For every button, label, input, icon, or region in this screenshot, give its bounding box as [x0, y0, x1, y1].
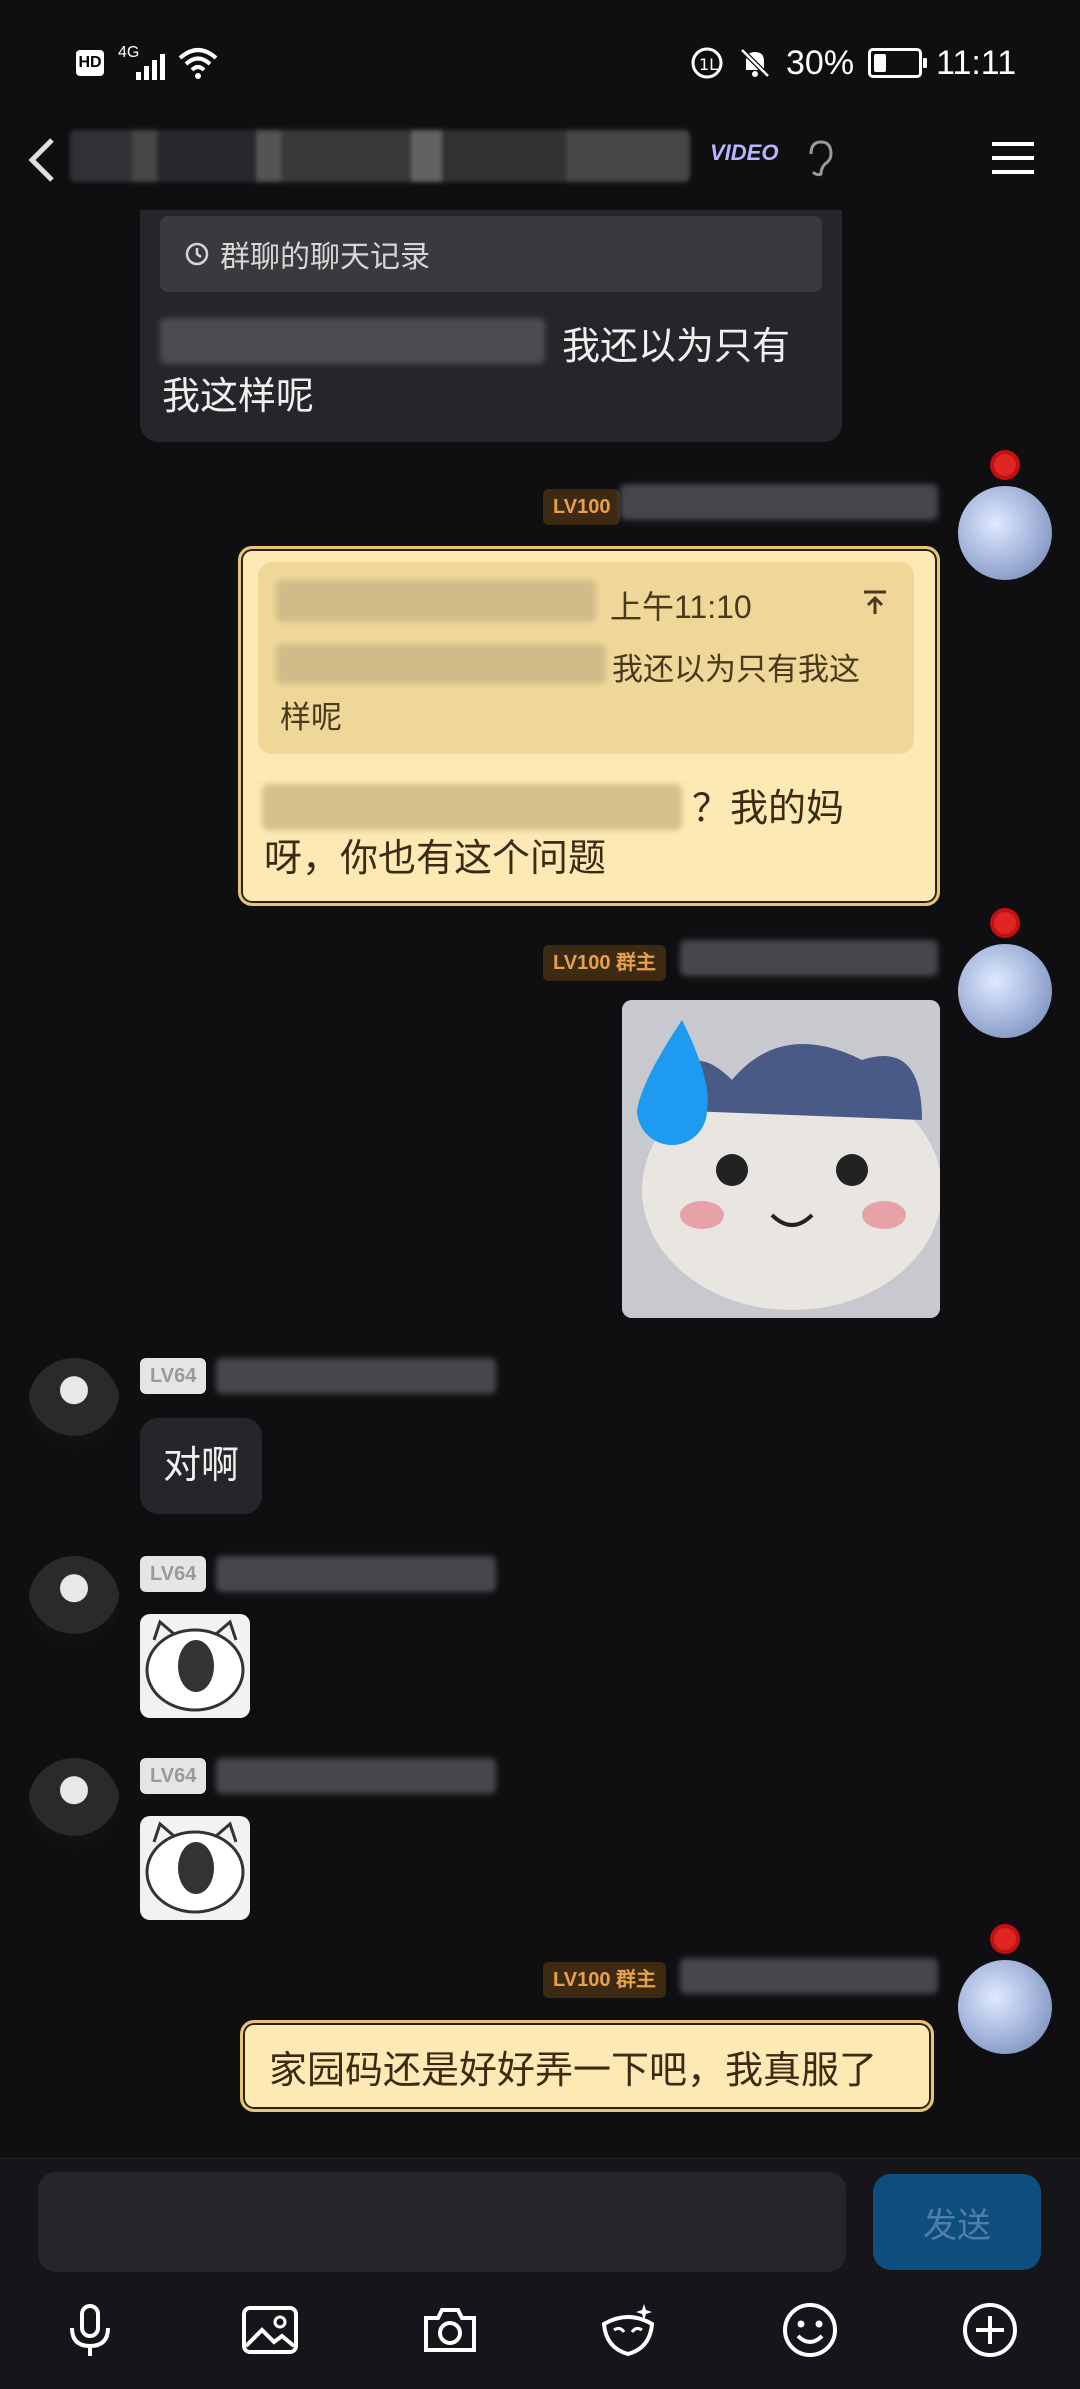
microphone-icon[interactable]: [60, 2300, 120, 2360]
message-input[interactable]: [38, 2172, 846, 2272]
chat-title-redacted: [70, 130, 690, 182]
facepalm-sticker-icon: [145, 1619, 245, 1712]
quote-time: 上午11:10: [610, 589, 752, 625]
redacted-name: [620, 484, 938, 520]
sticker-image[interactable]: [140, 1816, 250, 1920]
level-badge: LV64: [140, 1758, 207, 1794]
image-icon[interactable]: [240, 2300, 300, 2360]
back-icon[interactable]: [22, 128, 62, 188]
ai-mask-icon[interactable]: [598, 2300, 658, 2360]
message-bubble[interactable]: 对啊: [140, 1418, 262, 1514]
menu-icon[interactable]: [990, 138, 1036, 178]
ear-icon[interactable]: [805, 138, 835, 178]
hd-badge: HD: [76, 50, 104, 76]
battery-icon: [868, 48, 928, 78]
avatar[interactable]: [958, 912, 1052, 1038]
level-badge: LV100 群主: [543, 1962, 666, 1998]
redacted-name: [216, 1758, 496, 1794]
pin-top-icon[interactable]: [860, 588, 890, 618]
level-badge: LV100: [543, 489, 621, 525]
hamster-sticker-icon: [622, 1000, 940, 1318]
redacted-name: [216, 1556, 496, 1592]
data-saver-icon: 1L: [691, 47, 723, 79]
send-button[interactable]: 发送: [873, 2174, 1041, 2270]
avatar[interactable]: [958, 1928, 1052, 2054]
message-text: 我还以为只有我这样呢: [162, 326, 791, 418]
title-badge: VIDEO: [710, 140, 779, 165]
redacted-name: [216, 1358, 496, 1394]
avatar[interactable]: [28, 1358, 120, 1450]
sticker-image[interactable]: [140, 1614, 250, 1718]
quoted-text: 我还以为只有我这样呢: [280, 652, 860, 735]
battery-percent: 30%: [786, 43, 855, 82]
avatar[interactable]: [28, 1758, 120, 1850]
status-bar: HD 4G 1L 30% 11:11: [0, 0, 1080, 130]
clock: 11:11: [936, 43, 1017, 82]
wifi-icon: [178, 48, 218, 79]
message-text: 家园码还是好好弄一下吧，我真服了: [269, 2049, 878, 2092]
message-text: ？我的妈呀，你也有这个问题: [264, 788, 845, 880]
chat-history-card[interactable]: 群聊的聊天记录: [160, 216, 822, 292]
redacted-name: [276, 580, 596, 622]
svg-text:1L: 1L: [699, 55, 718, 74]
sticker-image[interactable]: [622, 1000, 940, 1318]
redacted-name: [680, 940, 938, 976]
camera-icon[interactable]: [420, 2300, 480, 2360]
message-text: 对啊: [162, 1445, 239, 1487]
avatar[interactable]: [958, 454, 1052, 580]
level-badge: LV64: [140, 1556, 207, 1592]
plus-icon[interactable]: [960, 2300, 1020, 2360]
chat-history-label: 群聊的聊天记录: [220, 241, 430, 274]
facepalm-sticker-icon: [145, 1821, 245, 1914]
mute-bell-icon: [740, 48, 770, 78]
clock-icon: [185, 242, 209, 266]
message-bubble[interactable]: 家园码还是好好弄一下吧，我真服了: [240, 2020, 934, 2112]
status-right: 1L 30% 11:11: [690, 38, 1016, 88]
level-badge: LV64: [140, 1358, 207, 1394]
level-badge: LV100 群主: [543, 945, 666, 981]
avatar[interactable]: [28, 1556, 120, 1648]
emoji-icon[interactable]: [780, 2300, 840, 2360]
signal-icon: [136, 54, 165, 80]
redacted-name: [680, 1958, 938, 1994]
